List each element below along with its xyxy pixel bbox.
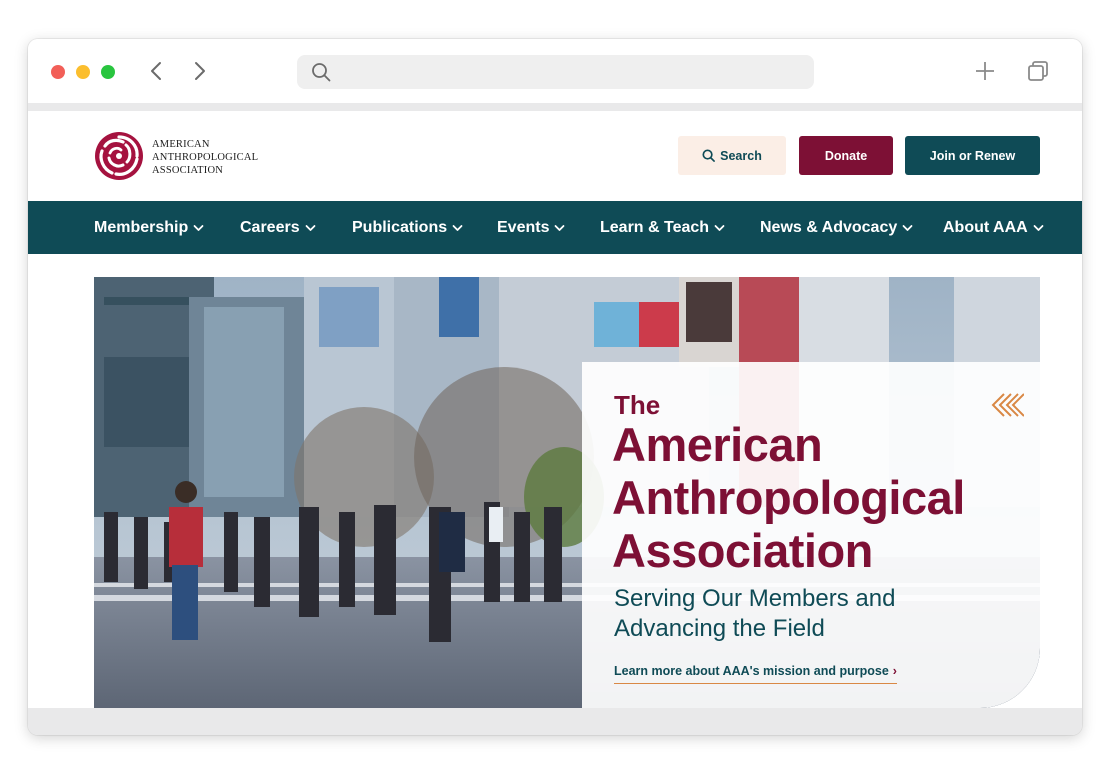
page-bottom-strip bbox=[28, 708, 1082, 735]
donate-button-label: Donate bbox=[824, 148, 868, 163]
hero-title-line: Association bbox=[612, 524, 873, 577]
logo-line: ASSOCIATION bbox=[152, 165, 224, 176]
hero-title-line: American bbox=[612, 418, 823, 471]
nav-item-label: Membership bbox=[94, 218, 189, 236]
search-icon bbox=[312, 63, 331, 82]
donate-button[interactable]: Donate bbox=[799, 136, 893, 175]
nav-item-label: Publications bbox=[352, 218, 448, 236]
double-chevron-left-icon bbox=[991, 393, 1024, 417]
hero-title-prefix: The bbox=[614, 390, 661, 420]
tabs-overview-icon[interactable] bbox=[1026, 59, 1050, 83]
mission-link-label: Learn more about AAA's mission and purpo… bbox=[614, 664, 889, 678]
nav-item-label: Events bbox=[497, 218, 550, 236]
minimize-window-button[interactable] bbox=[76, 65, 90, 79]
search-icon bbox=[702, 149, 716, 162]
close-window-button[interactable] bbox=[51, 65, 65, 79]
browser-toolbar bbox=[28, 39, 1082, 103]
aaa-spiral-logo-icon[interactable] bbox=[94, 131, 144, 181]
nav-item-membership[interactable]: Membership bbox=[94, 201, 204, 254]
browser-window: AMERICAN ANTHROPOLOGICAL ASSOCIATION Sea… bbox=[28, 39, 1082, 735]
nav-item-label: About AAA bbox=[943, 218, 1028, 236]
nav-item-news-advocacy[interactable]: News & Advocacy bbox=[760, 201, 913, 254]
site-header: AMERICAN ANTHROPOLOGICAL ASSOCIATION Sea… bbox=[28, 111, 1082, 201]
hero-title: American Anthropological Association bbox=[612, 418, 965, 577]
logo-wordmark[interactable]: AMERICAN ANTHROPOLOGICAL ASSOCIATION bbox=[152, 138, 258, 177]
chevron-right-icon: › bbox=[892, 664, 897, 678]
nav-item-events[interactable]: Events bbox=[497, 201, 565, 254]
hero-text-card: The American Anthropological Association… bbox=[582, 362, 1040, 708]
hero-subtitle-line: Serving Our Members and bbox=[614, 585, 896, 612]
toolbar-divider bbox=[28, 103, 1082, 111]
search-button-label: Search bbox=[720, 148, 762, 163]
search-button[interactable]: Search bbox=[678, 136, 786, 175]
logo-line: AMERICAN bbox=[152, 139, 210, 150]
hero-subtitle-line: Advancing the Field bbox=[614, 615, 825, 642]
back-arrow-icon[interactable] bbox=[145, 59, 169, 83]
mission-link[interactable]: Learn more about AAA's mission and purpo… bbox=[614, 664, 897, 684]
nav-item-careers[interactable]: Careers bbox=[240, 201, 316, 254]
chevron-down-icon bbox=[305, 224, 316, 231]
nav-item-publications[interactable]: Publications bbox=[352, 201, 463, 254]
hero-subtitle: Serving Our Members and Advancing the Fi… bbox=[614, 584, 895, 644]
nav-item-label: News & Advocacy bbox=[760, 218, 898, 236]
join-or-renew-button[interactable]: Join or Renew bbox=[905, 136, 1040, 175]
chevron-down-icon bbox=[902, 224, 913, 231]
nav-item-label: Learn & Teach bbox=[600, 218, 710, 236]
chevron-down-icon bbox=[555, 224, 565, 231]
hero-title-line: Anthropological bbox=[612, 471, 965, 524]
logo-line: ANTHROPOLOGICAL bbox=[152, 152, 259, 163]
main-navigation: Membership Careers Publications Events L… bbox=[28, 201, 1082, 254]
chevron-down-icon bbox=[714, 224, 725, 231]
join-button-label: Join or Renew bbox=[929, 148, 1016, 163]
forward-arrow-icon[interactable] bbox=[187, 59, 211, 83]
address-bar[interactable] bbox=[297, 55, 814, 89]
maximize-window-button[interactable] bbox=[101, 65, 115, 79]
nav-item-learn-teach[interactable]: Learn & Teach bbox=[600, 201, 725, 254]
new-tab-plus-icon[interactable] bbox=[973, 59, 997, 83]
chevron-down-icon bbox=[452, 224, 463, 231]
chevron-down-icon bbox=[1033, 224, 1044, 231]
hero-banner: The American Anthropological Association… bbox=[94, 277, 1040, 708]
nav-item-about-aaa[interactable]: About AAA bbox=[943, 201, 1044, 254]
nav-item-label: Careers bbox=[240, 218, 300, 236]
chevron-down-icon bbox=[193, 224, 204, 231]
